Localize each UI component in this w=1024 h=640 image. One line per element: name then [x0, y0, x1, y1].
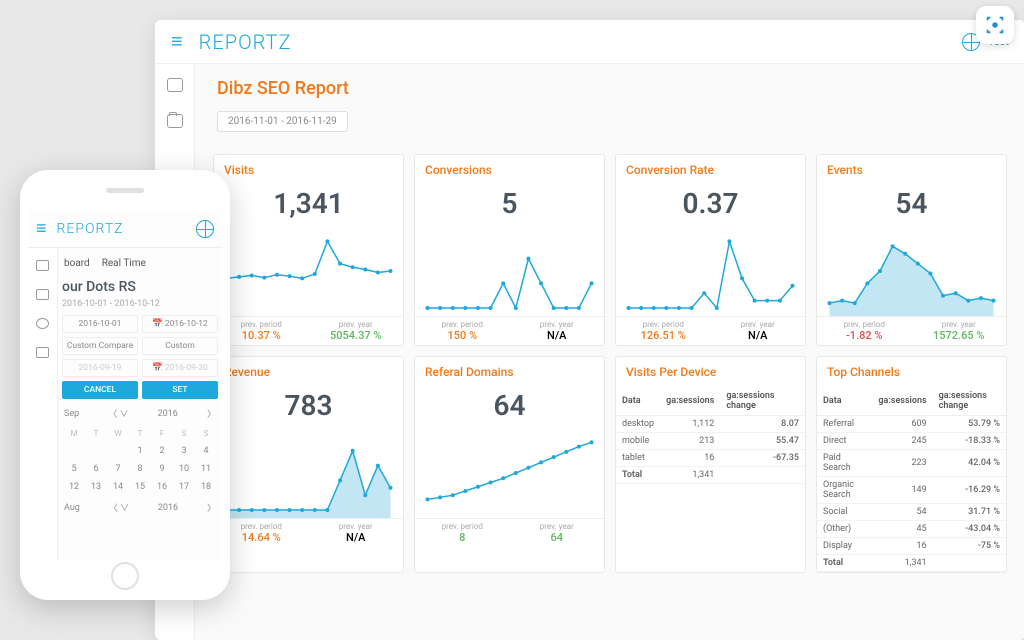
tab-dashboard[interactable]: board — [64, 258, 90, 269]
card-value: 0.37 — [616, 185, 805, 226]
card-value: 64 — [415, 387, 604, 428]
table-row: Social5431.71 % — [817, 504, 1006, 521]
mobile-globe-icon[interactable] — [196, 220, 214, 238]
mobile-title: our Dots RS — [62, 277, 218, 299]
date-range[interactable]: 2016-11-01 - 2016-11-29 — [217, 111, 348, 132]
metric-card: Referal Domains 64 prev. period8 prev. y… — [414, 356, 605, 573]
card-value: 54 — [817, 185, 1006, 226]
card-title: Revenue — [214, 357, 403, 387]
card-value: 5 — [415, 185, 604, 226]
table-row: Direct245-18.33 % — [817, 433, 1006, 450]
mobile-menu-icon[interactable]: ≡ — [36, 218, 47, 239]
menu-icon[interactable]: ≡ — [171, 29, 183, 54]
screenshot-button[interactable] — [976, 6, 1014, 44]
mobile-logo: REPORTZ — [57, 221, 124, 237]
table-row: Referral60953.79 % — [817, 416, 1006, 433]
metric-card: Revenue 783 prev. period14.64 % prev. ye… — [213, 356, 404, 573]
table-card: Top ChannelsDataga:sessionsga:sessions c… — [816, 356, 1007, 573]
card-title: Visits — [214, 155, 403, 185]
card-value: 783 — [214, 387, 403, 428]
phone-mockup: ≡ REPORTZ board Real Time our Dots RS 20… — [20, 170, 230, 600]
card-title: Top Channels — [817, 357, 1006, 387]
tab-realtime[interactable]: Real Time — [102, 258, 146, 269]
table-row: mobile21355.47 — [616, 433, 805, 450]
table-row: desktop1,1128.07 — [616, 416, 805, 433]
logo: REPORTZ — [199, 30, 292, 54]
page-title: Dibz SEO Report — [217, 78, 1003, 99]
folder-icon[interactable] — [167, 114, 183, 128]
card-title: Referal Domains — [415, 357, 604, 387]
desktop-window: ≡ REPORTZ Test Dibz SEO Report 2016-11-0… — [155, 20, 1024, 640]
dashboard-icon[interactable] — [167, 78, 183, 92]
table-row: Display16-75 % — [817, 538, 1006, 555]
card-value: 1,341 — [214, 185, 403, 226]
card-title: Conversion Rate — [616, 155, 805, 185]
metric-card: Conversion Rate 0.37 prev. period126.51 … — [615, 154, 806, 346]
table-row: Organic Search149-16.29 % — [817, 477, 1006, 504]
table-row: tablet16-67.35 — [616, 450, 805, 467]
table-row: (Other)45-43.04 % — [817, 521, 1006, 538]
mobile-folder-icon[interactable] — [36, 289, 49, 300]
mobile-dashboard-icon[interactable] — [36, 260, 49, 271]
app-header: ≡ REPORTZ Test — [155, 20, 1024, 64]
table-row: Paid Search22342.04 % — [817, 450, 1006, 477]
gear-icon[interactable] — [36, 318, 49, 329]
metric-card: Visits 1,341 prev. period10.37 % prev. y… — [213, 154, 404, 346]
home-button[interactable] — [111, 562, 139, 590]
mobile-date: 2016-10-01 - 2016-10-12 — [62, 299, 218, 315]
card-title: Events — [817, 155, 1006, 185]
metric-card: Conversions 5 prev. period150 % prev. ye… — [414, 154, 605, 346]
card-title: Visits Per Device — [616, 357, 805, 387]
metric-card: Events 54 prev. period-1.82 % prev. year… — [816, 154, 1007, 346]
table-card: Visits Per DeviceDataga:sessionsga:sessi… — [615, 356, 806, 573]
card-title: Conversions — [415, 155, 604, 185]
document-icon[interactable] — [36, 347, 49, 358]
